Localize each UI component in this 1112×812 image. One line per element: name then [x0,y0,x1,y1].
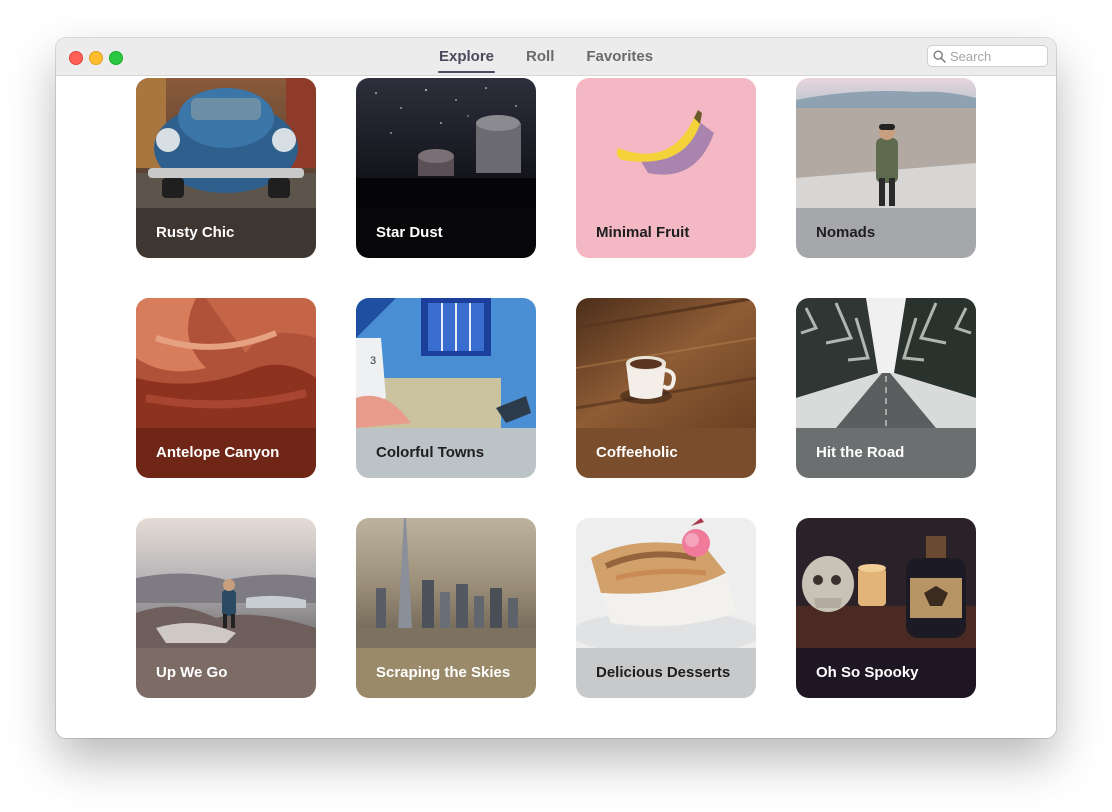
card-image [796,518,976,648]
card-image [576,78,756,208]
card-title: Oh So Spooky [816,664,919,681]
card-title: Scraping the Skies [376,664,511,681]
card-nomads[interactable]: Nomads [796,78,976,258]
card-image [796,298,976,428]
card-star-dust[interactable]: Star Dust [356,78,536,258]
card-title: Antelope Canyon [156,444,280,461]
card-delicious-desserts[interactable]: Delicious Desserts [576,518,756,698]
card-image [136,518,316,648]
card-title: Coffeeholic [596,444,678,461]
svg-text:3: 3 [370,355,376,367]
search-icon [933,50,946,63]
card-antelope-canyon[interactable]: Antelope Canyon [136,298,316,478]
card-title: Colorful Towns [376,444,485,461]
card-image [576,518,756,648]
card-title: Up We Go [156,664,228,681]
card-image [356,518,536,648]
card-image [576,298,756,428]
close-window-button[interactable] [69,51,83,65]
card-title: Minimal Fruit [596,224,690,241]
card-minimal-fruit[interactable]: Minimal Fruit [576,78,756,258]
tab-roll[interactable]: Roll [525,48,555,65]
search-field[interactable] [927,45,1048,67]
card-oh-so-spooky[interactable]: Oh So Spooky [796,518,976,698]
card-hit-the-road[interactable]: Hit the Road [796,298,976,478]
card-title: Rusty Chic [156,224,235,241]
card-image [796,78,976,208]
app-window: Explore Roll Favorites Search Rusty Chic… [56,38,1056,738]
card-image [356,78,536,208]
card-coffeeholic[interactable]: Coffeeholic [576,298,756,478]
zoom-window-button[interactable] [109,51,123,65]
card-title: Delicious Desserts [596,664,731,681]
card-scraping-the-skies[interactable]: Scraping the Skies [356,518,536,698]
minimize-window-button[interactable] [89,51,103,65]
title-bar: Explore Roll Favorites [56,38,1056,76]
tab-bar: Explore Roll Favorites [438,38,654,75]
card-title: Hit the Road [816,444,905,461]
card-image [136,78,316,208]
card-image [136,298,316,428]
tab-explore[interactable]: Explore [438,48,496,73]
photo-grid: Rusty Chic Star Dust Minimal Fruit Nomad… [56,76,1056,738]
card-image: 3 [356,298,536,428]
tab-favorites[interactable]: Favorites [585,48,654,65]
card-rusty-chic[interactable]: Rusty Chic [136,78,316,258]
card-up-we-go[interactable]: Up We Go [136,518,316,698]
card-title: Star Dust [376,224,443,241]
card-title: Nomads [816,224,876,241]
card-colorful-towns[interactable]: 3 Colorful Towns [356,298,536,478]
search-input[interactable] [950,47,1042,65]
